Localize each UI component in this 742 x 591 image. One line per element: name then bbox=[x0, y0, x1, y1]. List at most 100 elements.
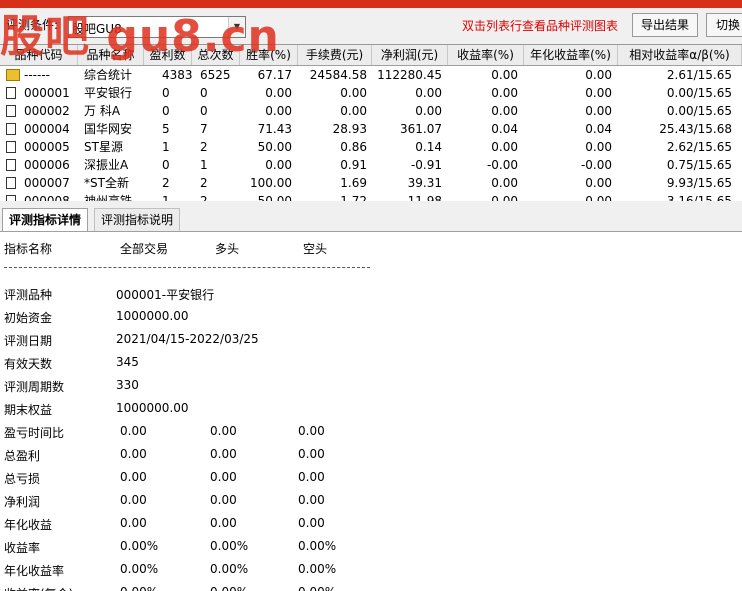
col-return[interactable]: 收益率(%) bbox=[448, 45, 524, 65]
cell-code: 000006 bbox=[24, 158, 70, 172]
cell-profit: 0.00 bbox=[415, 104, 442, 118]
cell-code: 000007 bbox=[24, 176, 70, 190]
cell-winrate: 0.00 bbox=[265, 86, 292, 100]
document-icon bbox=[6, 105, 16, 117]
table-row[interactable]: 000007 *ST全新 2 2 100.00 1.69 39.31 0.00 0.00 9.93… bbox=[0, 174, 742, 192]
detail-header-short: 空头 bbox=[303, 242, 328, 256]
detail-label: 净利润 bbox=[4, 495, 41, 509]
cell-winrate: 50.00 bbox=[257, 194, 292, 201]
table-row[interactable]: 000006 深振业A 0 1 0.00 0.91 -0.91 -0.00 -0.00 0.75/… bbox=[0, 156, 742, 174]
cell-wins: 4383 bbox=[162, 68, 193, 82]
cell-name: 深振业A bbox=[84, 158, 129, 172]
detail-value-long: 0.00 bbox=[210, 447, 237, 461]
col-relative[interactable]: 相对收益率α/β(%) bbox=[618, 45, 742, 65]
cell-name: 国华网安 bbox=[84, 122, 133, 136]
cell-rel: 2.62/15.65 bbox=[666, 140, 732, 154]
cell-annual: 0.00 bbox=[585, 104, 612, 118]
watermark-logo: 股吧 gu8.cn bbox=[0, 11, 280, 62]
cell-annual: 0.00 bbox=[585, 86, 612, 100]
detail-label: 期末权益 bbox=[4, 403, 53, 417]
cell-profit: 361.07 bbox=[400, 122, 442, 136]
detail-value-all: 0.00 bbox=[120, 447, 147, 461]
cell-fee: 24584.58 bbox=[309, 68, 367, 82]
tab-details[interactable]: 评测指标详情 bbox=[2, 208, 89, 231]
cell-profit: 0.00 bbox=[415, 86, 442, 100]
document-icon bbox=[6, 159, 16, 171]
table-row[interactable]: 000008 神州高铁 1 2 50.00 1.72 11.98 0.00 0.00 3.16/1… bbox=[0, 192, 742, 201]
detail-value-long: 0.00 bbox=[210, 516, 237, 530]
cell-fee: 0.91 bbox=[340, 158, 367, 172]
cell-rel: 2.61/15.65 bbox=[666, 68, 732, 82]
table-row[interactable]: 000004 国华网安 5 7 71.43 28.93 361.07 0.04 0.04 25.4… bbox=[0, 120, 742, 138]
detail-value-short: 0.00% bbox=[298, 585, 336, 591]
switch-button[interactable]: 切换 bbox=[706, 13, 742, 37]
col-profit[interactable]: 净利润(元) bbox=[372, 45, 448, 65]
cell-code: 000001 bbox=[24, 86, 70, 100]
export-button[interactable]: 导出结果 bbox=[632, 13, 698, 37]
cell-total: 2 bbox=[200, 140, 208, 154]
cell-name: 平安银行 bbox=[84, 86, 133, 100]
detail-label: 盈亏时间比 bbox=[4, 426, 65, 440]
detail-value-short: 0.00 bbox=[298, 470, 325, 484]
cell-profit: 0.14 bbox=[415, 140, 442, 154]
cell-name: 综合统计 bbox=[84, 68, 133, 82]
document-icon bbox=[6, 177, 16, 189]
detail-value-long: 0.00 bbox=[210, 493, 237, 507]
detail-value-short: 0.00 bbox=[298, 493, 325, 507]
cell-winrate: 50.00 bbox=[257, 140, 292, 154]
detail-label: 初始资金 bbox=[4, 311, 53, 325]
cell-ret: 0.04 bbox=[491, 122, 518, 136]
cell-wins: 1 bbox=[162, 140, 170, 154]
cell-annual: 0.00 bbox=[585, 68, 612, 82]
cell-name: *ST全新 bbox=[84, 176, 129, 190]
cell-fee: 1.72 bbox=[340, 194, 367, 201]
document-icon bbox=[6, 87, 16, 99]
col-fee[interactable]: 手续费(元) bbox=[298, 45, 372, 65]
results-table[interactable]: 品种代码 品种名称 盈利数 总次数 胜率(%) 手续费(元) 净利润(元) 收益… bbox=[0, 44, 742, 201]
cell-ret: 0.00 bbox=[491, 140, 518, 154]
detail-label: 评测品种 bbox=[4, 288, 53, 302]
cell-total: 0 bbox=[200, 104, 208, 118]
detail-value-long: 0.00 bbox=[210, 470, 237, 484]
detail-value-all: 0.00 bbox=[120, 516, 147, 530]
tab-explanation[interactable]: 评测指标说明 bbox=[94, 208, 181, 231]
detail-value-all: 2021/04/15-2022/03/25 bbox=[116, 332, 259, 346]
detail-value-all: 345 bbox=[116, 355, 139, 369]
summary-row[interactable]: ------ 综合统计 4383 6525 67.17 24584.58 112280.45… bbox=[0, 66, 742, 84]
cell-annual: 0.00 bbox=[585, 140, 612, 154]
cell-rel: 0.00/15.65 bbox=[666, 104, 732, 118]
cell-wins: 1 bbox=[162, 194, 170, 201]
cell-profit: -0.91 bbox=[410, 158, 442, 172]
cell-winrate: 0.00 bbox=[265, 158, 292, 172]
detail-value-short: 0.00 bbox=[298, 516, 325, 530]
document-icon bbox=[6, 141, 16, 153]
cell-fee: 0.00 bbox=[340, 104, 367, 118]
detail-header-long: 多头 bbox=[215, 242, 240, 256]
cell-total: 7 bbox=[200, 122, 208, 136]
detail-value-all: 1000000.00 bbox=[116, 401, 189, 415]
tab-bar: 评测指标详情 评测指标说明 bbox=[0, 207, 742, 231]
cell-profit: 11.98 bbox=[407, 194, 442, 201]
hint-text: 双击列表行查看品种评测图表 bbox=[462, 19, 619, 33]
cell-code: 000002 bbox=[24, 104, 70, 118]
detail-value-all: 0.00 bbox=[120, 470, 147, 484]
detail-value-long: 0.00% bbox=[210, 562, 249, 576]
cell-ret: 0.00 bbox=[491, 176, 518, 190]
cell-rel: 0.00/15.65 bbox=[666, 86, 732, 100]
table-row[interactable]: 000002 万 科A 0 0 0.00 0.00 0.00 0.00 0.00 0.00/15.… bbox=[0, 102, 742, 120]
cell-code: 000004 bbox=[24, 122, 70, 136]
detail-value-short: 0.00 bbox=[298, 424, 325, 438]
cell-code: ------ bbox=[24, 68, 50, 82]
table-row[interactable]: 000001 平安银行 0 0 0.00 0.00 0.00 0.00 0.00 0.00/15.… bbox=[0, 84, 742, 102]
cell-winrate: 71.43 bbox=[257, 122, 292, 136]
detail-header-name: 指标名称 bbox=[4, 242, 53, 256]
cell-ret: 0.00 bbox=[491, 86, 518, 100]
cell-wins: 2 bbox=[162, 176, 170, 190]
table-row[interactable]: 000005 ST星源 1 2 50.00 0.86 0.14 0.00 0.00 2.62/15… bbox=[0, 138, 742, 156]
col-annual[interactable]: 年化收益率(%) bbox=[524, 45, 618, 65]
cell-code: 000008 bbox=[24, 194, 70, 201]
detail-label: 总亏损 bbox=[4, 472, 41, 486]
detail-value-all: 0.00% bbox=[120, 585, 158, 591]
detail-label: 评测周期数 bbox=[4, 380, 65, 394]
cell-fee: 28.93 bbox=[332, 122, 367, 136]
